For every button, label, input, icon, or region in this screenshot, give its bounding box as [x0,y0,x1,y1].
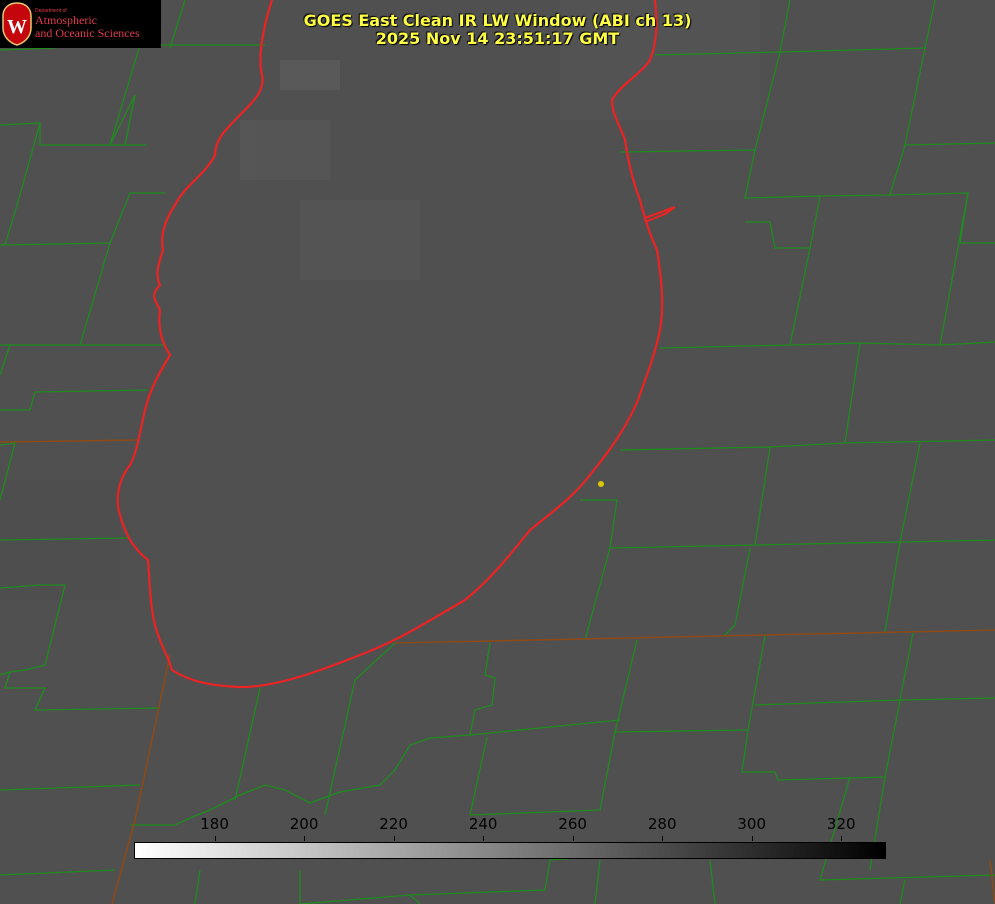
city-marker [598,481,604,487]
map-canvas [0,0,995,904]
colorbar-tick-label: 300 [737,815,767,833]
colorbar-tick-label: 280 [647,815,677,833]
colorbar-tick [751,836,753,841]
colorbar-tick-label: 200 [289,815,319,833]
colorbar-tick [393,836,395,841]
colorbar-tick-label: 180 [200,815,229,833]
colorbar-tick-label: 320 [826,815,856,833]
colorbar-tick [841,836,843,841]
timestamp: 2025 Nov 14 23:51:17 GMT [375,29,620,48]
colorbar-tick-label: 240 [468,815,498,833]
county-boundaries [0,0,995,904]
colorbar-tick [214,836,216,841]
colorbar [134,842,886,859]
satellite-map: W Department of Atmospheric and Oceanic … [0,0,995,904]
colorbar-tick-label: 260 [558,815,587,833]
colorbar-tick [662,836,664,841]
lake-outline-inlet [644,206,676,223]
product-title: GOES East Clean IR LW Window (ABI ch 13) [303,11,692,30]
colorbar-tick [483,836,485,841]
state-boundaries [0,439,995,904]
colorbar-tick-label: 220 [379,815,408,833]
colorbar-tick [304,836,306,841]
cloud-texture [0,0,760,600]
colorbar-tick [572,836,574,841]
